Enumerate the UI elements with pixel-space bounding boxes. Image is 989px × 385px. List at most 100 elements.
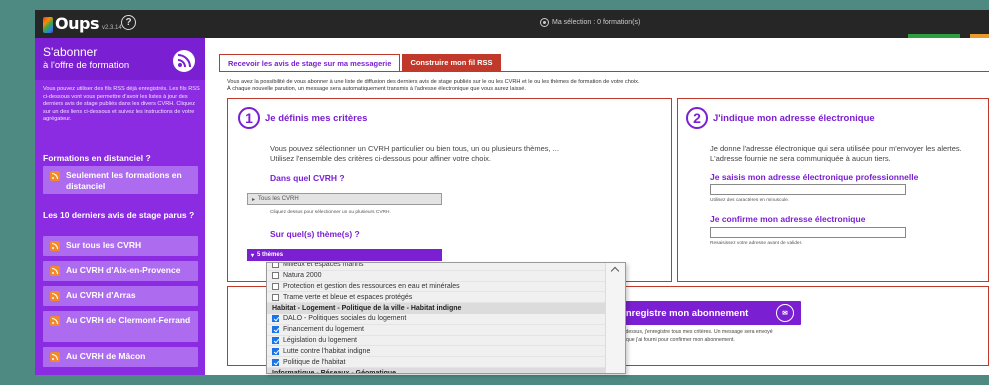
email-input[interactable]	[710, 184, 906, 195]
rss-link-all[interactable]: Sur tous les CVRH	[43, 236, 198, 256]
top-bar-frame	[35, 10, 989, 38]
checkbox-checked[interactable]	[272, 347, 279, 355]
register-button[interactable]: J'enregistre mon abonnement ✉	[605, 301, 801, 325]
email-confirm-hint: Resaisissez votre adresse avant de valid…	[710, 241, 803, 246]
register-note: ci-dessus, j'enregistre tous mes critère…	[620, 328, 773, 344]
checkbox-checked[interactable]	[272, 326, 279, 334]
criteria-title: Je définis mes critères	[265, 112, 368, 124]
email-description: Je donne l'adresse électronique qui sera…	[710, 144, 962, 163]
email-para: Je donne l'adresse électronique qui sera…	[710, 144, 962, 153]
theme-option[interactable]: DALO - Politiques sociales du logement	[267, 313, 605, 325]
logo-icon	[43, 17, 53, 33]
distanciel-link-label: Seulement les formations en distanciel	[66, 170, 182, 191]
dropdown-scrollbar[interactable]	[605, 263, 625, 373]
rss-link-label: Au CVRH d'Arras	[66, 290, 136, 300]
rss-link-arras[interactable]: Au CVRH d'Arras	[43, 286, 198, 306]
checkbox[interactable]	[272, 263, 279, 269]
theme-option-label: Natura 2000	[283, 272, 322, 280]
checkbox-checked[interactable]	[272, 336, 279, 344]
email-hint: Utilisez des caractères en minuscule.	[710, 198, 790, 203]
app-logo[interactable]: Oups v2.3.14	[43, 14, 122, 33]
app-version: v2.3.14	[101, 25, 122, 31]
email-step: 2 J'indique mon adresse électronique	[686, 107, 875, 129]
theme-option-label: Milieux et espaces marins	[283, 262, 364, 269]
theme-option-label: Lutte contre l'habitat indigne	[283, 347, 371, 355]
theme-option-label: Financement du logement	[283, 326, 364, 334]
theme-option[interactable]: Protection et gestion des ressources en …	[267, 281, 605, 293]
tab-divider	[219, 71, 989, 72]
theme-option-label: Trame verte et bleue et espaces protégés	[283, 293, 413, 301]
checkbox[interactable]	[272, 282, 279, 290]
email-check-icon: ✉	[776, 304, 794, 322]
email-confirm-input[interactable]	[710, 227, 906, 238]
intro-line: À chaque nouvelle parution, un message s…	[227, 86, 526, 92]
cvrh-hint: Cliquez dessus pour sélectionner un ou p…	[270, 210, 391, 215]
rss-link-label: Sur tous les CVRH	[66, 240, 142, 250]
theme-option[interactable]: Lutte contre l'habitat indigne	[267, 346, 605, 358]
theme-group-header: Habitat - Logement - Politique de la vil…	[267, 303, 605, 314]
step-number: 1	[238, 107, 260, 129]
theme-option[interactable]: Trame verte et bleue et espaces protégés	[267, 292, 605, 304]
email-label: Je saisis mon adresse électronique profe…	[710, 172, 919, 182]
rss-link-clermont[interactable]: Au CVRH de Clermont-Ferrand	[43, 311, 198, 342]
criteria-para: Vous pouvez sélectionner un CVRH particu…	[270, 144, 559, 153]
intro-text: Vous avez la possibilité de vous abonner…	[227, 79, 987, 93]
theme-dropdown-list: Milieux et espaces marins Natura 2000 Prot…	[267, 262, 605, 373]
rss-icon	[173, 50, 195, 72]
theme-select[interactable]: ▾ 5 thèmes	[247, 249, 442, 261]
theme-group-header: Informatique - Réseaux - Géomatique	[267, 367, 605, 373]
help-icon[interactable]: ?	[121, 15, 136, 30]
email-confirm-label: Je confirme mon adresse électronique	[710, 214, 866, 224]
theme-option[interactable]: Législation du logement	[267, 335, 605, 347]
distanciel-link[interactable]: Seulement les formations en distanciel	[43, 166, 198, 194]
intro-line: Vous avez la possibilité de vous abonner…	[227, 79, 640, 85]
rss-link-label: Au CVRH de Clermont-Ferrand	[66, 315, 191, 325]
tab-rss[interactable]: Construire mon fil RSS	[402, 54, 501, 71]
criteria-step: 1 Je définis mes critères	[238, 107, 367, 129]
email-panel: 2 J'indique mon adresse électronique Je …	[677, 98, 989, 282]
scroll-up-icon[interactable]	[610, 266, 620, 276]
my-selection[interactable]: Ma sélection : 0 formation(s)	[540, 18, 640, 27]
rss-link-aix[interactable]: Au CVRH d'Aix-en-Provence	[43, 261, 198, 281]
rss-icon	[50, 266, 60, 276]
sidebar-header: S'abonner à l'offre de formation	[35, 38, 205, 80]
theme-option-label: Protection et gestion des ressources en …	[283, 282, 460, 290]
caret-down-icon: ▾	[251, 252, 255, 259]
sidebar-title-text: S'abonner	[43, 45, 98, 59]
cvrh-select[interactable]: ▸ Tous les CVRH	[247, 193, 442, 205]
checkbox-checked[interactable]	[272, 315, 279, 323]
sidebar: S'abonner à l'offre de formation Vous po…	[35, 38, 205, 375]
tab-email[interactable]: Recevoir les avis de stage sur ma messag…	[219, 54, 401, 71]
theme-option-label: DALO - Politiques sociales du logement	[283, 315, 407, 323]
theme-option[interactable]: Financement du logement	[267, 324, 605, 336]
app-name: Oups	[55, 14, 99, 33]
rss-link-macon[interactable]: Au CVRH de Mâcon	[43, 347, 198, 367]
theme-option-label: Politique de l'habitat	[283, 358, 346, 366]
theme-dropdown[interactable]: Milieux et espaces marins Natura 2000 Prot…	[266, 262, 626, 374]
rss-icon	[50, 171, 60, 181]
top-bar: Oups v2.3.14 ? Ma sélection : 0 formatio…	[0, 0, 989, 46]
theme-option[interactable]: Natura 2000	[267, 270, 605, 282]
rss-icon	[50, 241, 60, 251]
sidebar-title: S'abonner à l'offre de formation	[43, 46, 129, 72]
latest-heading: Les 10 derniers avis de stage parus ?	[43, 210, 195, 220]
checkbox[interactable]	[272, 272, 279, 280]
criteria-para: Utilisez l'ensemble des critères ci-dess…	[270, 153, 491, 163]
rss-link-label: Au CVRH d'Aix-en-Provence	[66, 265, 181, 275]
theme-select-value: 5 thèmes	[257, 252, 284, 258]
theme-option[interactable]: Politique de l'habitat	[267, 357, 605, 368]
register-note-line: que j'ai fourni pour confirmer mon abonn…	[626, 337, 735, 343]
distanciel-heading: Formations en distanciel ?	[43, 153, 151, 163]
checkbox[interactable]	[272, 293, 279, 301]
sidebar-intro: Vous pouvez utiliser des fils RSS déjà e…	[43, 86, 200, 122]
step-number: 2	[686, 107, 708, 129]
register-note-line: ci-dessus, j'enregistre tous mes critère…	[620, 329, 773, 335]
register-label: J'enregistre mon abonnement	[613, 307, 749, 319]
criteria-description: Vous pouvez sélectionner un CVRH particu…	[270, 144, 559, 163]
theme-option[interactable]: Milieux et espaces marins	[267, 262, 605, 271]
tab-bar: Recevoir les avis de stage sur ma messag…	[219, 54, 503, 71]
selection-icon	[540, 18, 549, 27]
checkbox-checked[interactable]	[272, 358, 279, 366]
selection-label: Ma sélection : 0 formation(s)	[552, 19, 641, 26]
theme-option-label: Législation du logement	[283, 336, 357, 344]
